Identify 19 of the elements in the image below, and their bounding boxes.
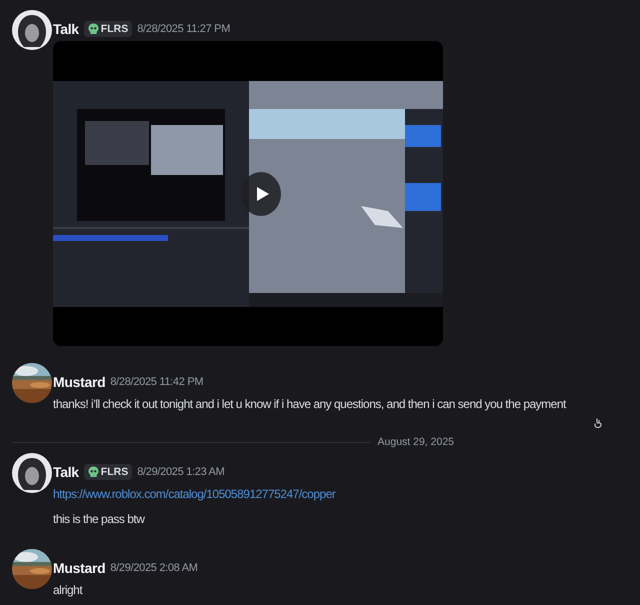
username[interactable]: Mustard bbox=[53, 560, 106, 576]
timestamp: 8/28/2025 11:27 PM bbox=[137, 23, 230, 35]
timestamp: 8/29/2025 1:23 AM bbox=[137, 466, 224, 478]
avatar[interactable] bbox=[12, 453, 52, 493]
play-icon bbox=[256, 186, 270, 202]
username[interactable]: Mustard bbox=[53, 374, 106, 390]
skull-icon bbox=[88, 466, 99, 478]
avatar[interactable] bbox=[12, 10, 52, 50]
server-tag: FLRS bbox=[84, 21, 132, 37]
skull-icon bbox=[88, 23, 99, 35]
timestamp: 8/29/2025 2:08 AM bbox=[110, 562, 198, 574]
message-text: this is the pass btw bbox=[53, 511, 144, 528]
link[interactable]: https://www.roblox.com/catalog/105058912775247/copper bbox=[53, 482, 336, 507]
timestamp: 8/28/2025 11:42 PM bbox=[110, 376, 204, 388]
message-text: alright bbox=[53, 582, 82, 599]
server-tag: FLRS bbox=[84, 464, 132, 480]
username[interactable]: Talk bbox=[53, 464, 79, 480]
message-text: thanks! i’ll check it out tonight and i let u know if i have any questions, and then i can send you the payment bbox=[53, 396, 566, 413]
username[interactable]: Talk bbox=[53, 21, 79, 37]
